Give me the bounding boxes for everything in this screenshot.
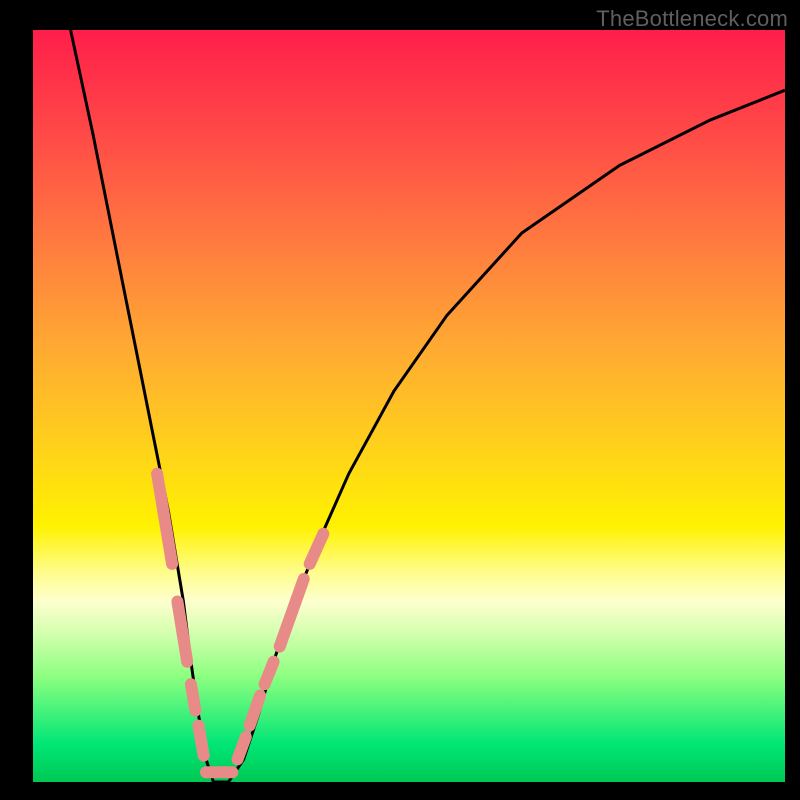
confidence-segment: [250, 696, 261, 726]
confidence-segment: [157, 474, 172, 564]
confidence-segment: [280, 579, 304, 647]
confidence-segment: [238, 737, 246, 760]
plot-area: [33, 30, 785, 782]
confidence-segments: [157, 474, 323, 773]
confidence-segment: [310, 534, 324, 564]
bottleneck-curve: [71, 30, 785, 782]
confidence-segment: [191, 684, 196, 710]
confidence-segment: [265, 662, 274, 685]
chart-svg: [33, 30, 785, 782]
confidence-segment: [198, 726, 203, 756]
watermark-text: TheBottleneck.com: [596, 6, 788, 32]
curve-path: [71, 30, 785, 782]
outer-frame: TheBottleneck.com: [0, 0, 800, 800]
